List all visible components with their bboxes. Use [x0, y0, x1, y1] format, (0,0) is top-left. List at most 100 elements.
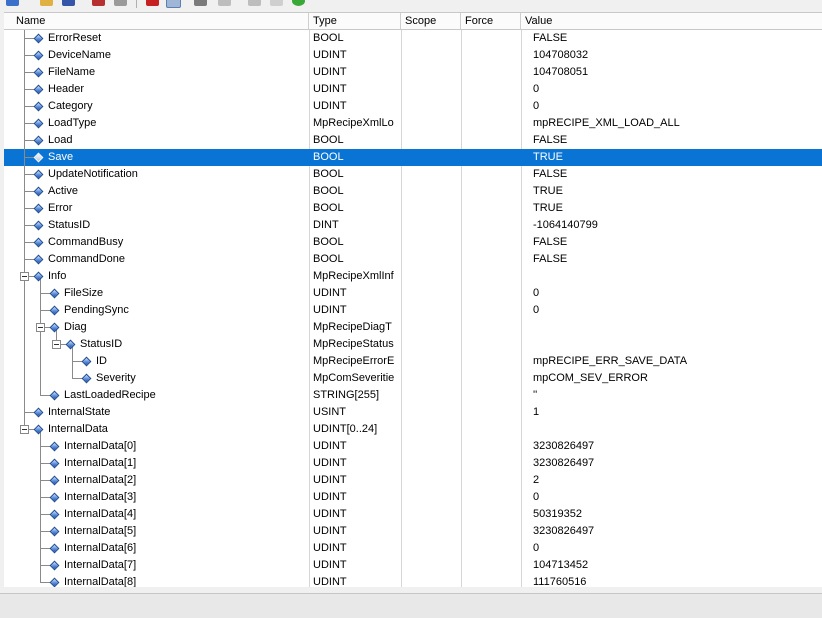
copy-icon[interactable]: [218, 0, 231, 6]
table-row[interactable]: Save BOOL TRUE: [4, 149, 822, 166]
delete-icon[interactable]: [92, 0, 105, 6]
variable-icon: [65, 339, 76, 350]
table-row[interactable]: InternalData[3] UDINT 0: [4, 489, 822, 506]
header-value[interactable]: Value: [521, 13, 822, 29]
table-row[interactable]: ID MpRecipeErrorE mpRECIPE_ERR_SAVE_DATA: [4, 353, 822, 370]
pin-icon[interactable]: [248, 0, 261, 6]
variable-value[interactable]: TRUE: [533, 200, 813, 217]
variable-value[interactable]: TRUE: [533, 149, 813, 166]
table-row[interactable]: Category UDINT 0: [4, 98, 822, 115]
collapse-icon[interactable]: [20, 425, 29, 434]
table-row[interactable]: Diag MpRecipeDiagT: [4, 319, 822, 336]
table-row[interactable]: FileName UDINT 104708051: [4, 64, 822, 81]
go-icon[interactable]: [292, 0, 305, 6]
collapse-icon[interactable]: [36, 323, 45, 332]
table-row[interactable]: InternalData[5] UDINT 3230826497: [4, 523, 822, 540]
variable-value[interactable]: FALSE: [533, 251, 813, 268]
table-row[interactable]: UpdateNotification BOOL FALSE: [4, 166, 822, 183]
variable-value[interactable]: [533, 336, 813, 353]
variable-value[interactable]: FALSE: [533, 166, 813, 183]
variable-value[interactable]: '': [533, 387, 813, 404]
variable-value[interactable]: mpRECIPE_XML_LOAD_ALL: [533, 115, 813, 132]
variable-value[interactable]: 0: [533, 489, 813, 506]
arrow-icon[interactable]: [114, 0, 127, 6]
table-row[interactable]: InternalData[2] UDINT 2: [4, 472, 822, 489]
table-row[interactable]: Error BOOL TRUE: [4, 200, 822, 217]
table-row[interactable]: Load BOOL FALSE: [4, 132, 822, 149]
variable-icon: [49, 322, 60, 333]
variable-value[interactable]: 0: [533, 540, 813, 557]
table-row[interactable]: InternalData[6] UDINT 0: [4, 540, 822, 557]
table-row[interactable]: Severity MpComSeveritie mpCOM_SEV_ERROR: [4, 370, 822, 387]
variable-value[interactable]: [533, 268, 813, 285]
refresh-icon[interactable]: [270, 0, 283, 6]
table-row[interactable]: PendingSync UDINT 0: [4, 302, 822, 319]
variable-type: BOOL: [313, 202, 344, 214]
collapse-icon[interactable]: [20, 272, 29, 281]
variable-value[interactable]: 3230826497: [533, 455, 813, 472]
variable-value[interactable]: 0: [533, 285, 813, 302]
variable-value[interactable]: 1: [533, 404, 813, 421]
variable-value[interactable]: 104713452: [533, 557, 813, 574]
variable-icon: [49, 305, 60, 316]
variable-icon: [33, 67, 44, 78]
variable-value[interactable]: 111760516: [533, 574, 813, 587]
table-row[interactable]: StatusID DINT -1064140799: [4, 217, 822, 234]
table-row[interactable]: InternalData[7] UDINT 104713452: [4, 557, 822, 574]
table-row[interactable]: InternalData[4] UDINT 50319352: [4, 506, 822, 523]
table-row[interactable]: InternalData[0] UDINT 3230826497: [4, 438, 822, 455]
table-row[interactable]: LoadType MpRecipeXmlLo mpRECIPE_XML_LOAD_A…: [4, 115, 822, 132]
header-force[interactable]: Force: [461, 13, 521, 29]
variable-value[interactable]: 104708032: [533, 47, 813, 64]
table-row[interactable]: StatusID MpRecipeStatus: [4, 336, 822, 353]
save-icon[interactable]: [62, 0, 75, 6]
table-row[interactable]: FileSize UDINT 0: [4, 285, 822, 302]
table-row[interactable]: InternalData[1] UDINT 3230826497: [4, 455, 822, 472]
variable-value[interactable]: mpRECIPE_ERR_SAVE_DATA: [533, 353, 813, 370]
variable-name: Diag: [64, 321, 87, 333]
variable-type: USINT: [313, 406, 346, 418]
check-icon[interactable]: [6, 0, 19, 6]
table-row[interactable]: DeviceName UDINT 104708032: [4, 47, 822, 64]
table-row[interactable]: ErrorReset BOOL FALSE: [4, 30, 822, 47]
header-scope[interactable]: Scope: [401, 13, 461, 29]
table-row[interactable]: LastLoadedRecipe STRING[255] '': [4, 387, 822, 404]
variable-value[interactable]: -1064140799: [533, 217, 813, 234]
open-folder-icon[interactable]: [40, 0, 53, 6]
table-row[interactable]: Active BOOL TRUE: [4, 183, 822, 200]
collapse-icon[interactable]: [52, 340, 61, 349]
variable-value[interactable]: FALSE: [533, 30, 813, 47]
table-row[interactable]: CommandDone BOOL FALSE: [4, 251, 822, 268]
table-row[interactable]: Header UDINT 0: [4, 81, 822, 98]
variable-name: CommandBusy: [48, 236, 124, 248]
table-row[interactable]: InternalState USINT 1: [4, 404, 822, 421]
variable-value[interactable]: 104708051: [533, 64, 813, 81]
stop-icon[interactable]: [146, 0, 159, 6]
table-row[interactable]: InternalData[8] UDINT 111760516: [4, 574, 822, 587]
variable-value[interactable]: 50319352: [533, 506, 813, 523]
variable-value[interactable]: 0: [533, 302, 813, 319]
variable-type: BOOL: [313, 236, 344, 248]
table-row[interactable]: Info MpRecipeXmlInf: [4, 268, 822, 285]
variable-icon: [33, 407, 44, 418]
grid-icon[interactable]: [194, 0, 207, 6]
variable-value[interactable]: TRUE: [533, 183, 813, 200]
variable-type: UDINT[0..24]: [313, 423, 378, 435]
variable-icon: [33, 169, 44, 180]
variable-icon: [33, 254, 44, 265]
variable-value[interactable]: 3230826497: [533, 438, 813, 455]
variable-value[interactable]: [533, 319, 813, 336]
variable-value[interactable]: [533, 421, 813, 438]
header-type[interactable]: Type: [309, 13, 401, 29]
variable-value[interactable]: 3230826497: [533, 523, 813, 540]
variable-value[interactable]: 0: [533, 81, 813, 98]
variable-value[interactable]: FALSE: [533, 132, 813, 149]
variable-value[interactable]: 0: [533, 98, 813, 115]
header-name[interactable]: Name: [12, 13, 309, 29]
variable-value[interactable]: FALSE: [533, 234, 813, 251]
table-row[interactable]: CommandBusy BOOL FALSE: [4, 234, 822, 251]
page-icon[interactable]: [166, 0, 181, 8]
variable-value[interactable]: 2: [533, 472, 813, 489]
table-row[interactable]: InternalData UDINT[0..24]: [4, 421, 822, 438]
variable-value[interactable]: mpCOM_SEV_ERROR: [533, 370, 813, 387]
